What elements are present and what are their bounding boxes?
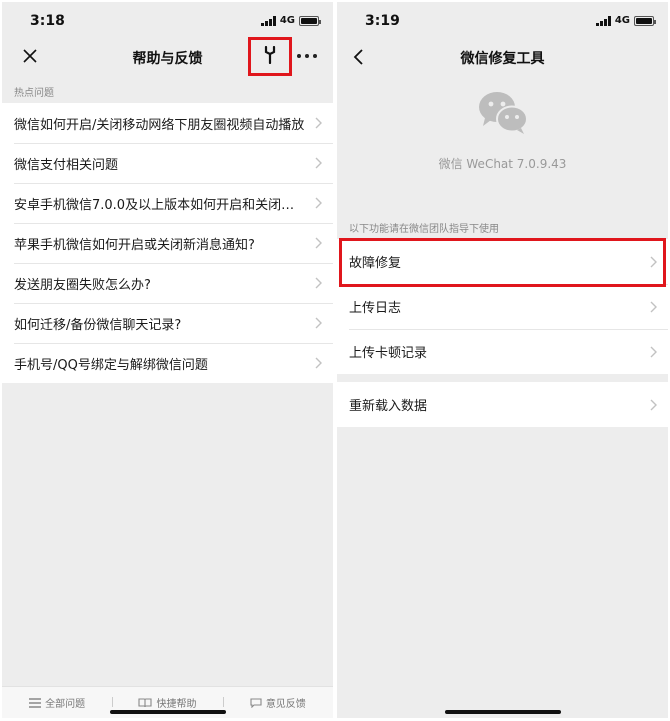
chevron-right-icon bbox=[315, 117, 322, 129]
battery-icon bbox=[299, 15, 321, 26]
book-icon bbox=[138, 697, 153, 707]
upload-lag-record-item[interactable]: 上传卡顿记录 bbox=[337, 329, 668, 374]
page-title: 微信修复工具 bbox=[460, 51, 545, 67]
chevron-right-icon bbox=[315, 157, 322, 169]
upload-log-item[interactable]: 上传日志 bbox=[337, 284, 668, 329]
list-item[interactable]: 发送朋友圈失败怎么办? bbox=[2, 263, 333, 303]
tab-all-questions[interactable]: 全部问题 bbox=[2, 695, 112, 710]
wechat-logo-icon bbox=[478, 92, 528, 134]
nav-bar: 帮助与反馈 bbox=[2, 37, 333, 76]
chevron-right-icon bbox=[315, 237, 322, 249]
battery-icon bbox=[634, 15, 656, 26]
wrench-icon[interactable] bbox=[263, 45, 277, 68]
tab-label: 意见反馈 bbox=[265, 699, 306, 710]
signal-icon bbox=[595, 15, 611, 26]
repair-tool-highlight bbox=[248, 37, 292, 76]
list-item-label: 手机号/QQ号绑定与解绑微信问题 bbox=[14, 357, 208, 373]
status-indicators: 4G bbox=[260, 15, 321, 26]
tab-quick-help[interactable]: 快捷帮助 bbox=[112, 695, 222, 710]
network-label: 4G bbox=[279, 15, 295, 26]
list-icon bbox=[29, 697, 42, 708]
status-bar: 3:19 4G bbox=[337, 2, 668, 40]
help-feedback-screen: 3:18 4G 帮助与反馈 热点问题 微信如何开启/关闭移动网络下朋友圈视频自动… bbox=[2, 2, 333, 718]
more-icon[interactable] bbox=[297, 48, 317, 64]
fault-repair-highlight bbox=[339, 238, 666, 287]
list-item-label: 上传卡顿记录 bbox=[349, 346, 428, 361]
status-bar: 3:18 4G bbox=[2, 2, 333, 40]
list-item[interactable]: 安卓手机微信7.0.0及以上版本如何开启和关闭微… bbox=[2, 183, 333, 223]
wechat-logo-wrap bbox=[337, 90, 668, 134]
list-item-label: 发送朋友圈失败怎么办? bbox=[14, 277, 151, 293]
status-time: 3:19 bbox=[365, 13, 400, 29]
status-indicators: 4G bbox=[595, 15, 656, 26]
list-item[interactable]: 微信如何开启/关闭移动网络下朋友圈视频自动播放 bbox=[2, 103, 333, 143]
chevron-right-icon bbox=[650, 346, 657, 357]
nav-bar: 微信修复工具 bbox=[337, 40, 668, 74]
bottom-tab-bar: 全部问题 快捷帮助 意见反馈 bbox=[2, 686, 333, 718]
list-item-label: 苹果手机微信如何开启或关闭新消息通知? bbox=[14, 237, 255, 253]
list-item-label: 微信如何开启/关闭移动网络下朋友圈视频自动播放 bbox=[14, 117, 305, 133]
section-label-guidance: 以下功能请在微信团队指导下使用 bbox=[349, 224, 499, 235]
list-item[interactable]: 手机号/QQ号绑定与解绑微信问题 bbox=[2, 343, 333, 383]
list-item[interactable]: 微信支付相关问题 bbox=[2, 143, 333, 183]
hot-questions-list: 微信如何开启/关闭移动网络下朋友圈视频自动播放 微信支付相关问题 安卓手机微信7… bbox=[2, 103, 333, 383]
list-item[interactable]: 如何迁移/备份微信聊天记录? bbox=[2, 303, 333, 343]
screenshot-canvas: 3:18 4G 帮助与反馈 热点问题 微信如何开启/关闭移动网络下朋友圈视频自动… bbox=[0, 0, 670, 721]
wechat-repair-tool-screen: 3:19 4G 微信修复工具 微信 WeChat 7.0.9.43 以下功能请在… bbox=[337, 2, 668, 718]
list-item-label: 如何迁移/备份微信聊天记录? bbox=[14, 317, 182, 333]
version-label: 微信 WeChat 7.0.9.43 bbox=[438, 157, 567, 171]
chevron-right-icon bbox=[315, 317, 322, 329]
list-item-label: 上传日志 bbox=[349, 301, 402, 316]
chevron-right-icon bbox=[650, 399, 657, 410]
chat-icon bbox=[250, 697, 262, 708]
chevron-right-icon bbox=[315, 197, 322, 209]
section-label-hot: 热点问题 bbox=[14, 88, 54, 99]
home-indicator[interactable] bbox=[444, 710, 561, 714]
tab-label: 全部问题 bbox=[45, 699, 86, 710]
list-item-label: 微信支付相关问题 bbox=[14, 157, 119, 173]
home-indicator[interactable] bbox=[109, 710, 226, 714]
chevron-right-icon bbox=[315, 277, 322, 289]
list-item-label: 重新载入数据 bbox=[349, 399, 428, 414]
chevron-right-icon bbox=[315, 357, 322, 369]
status-time: 3:18 bbox=[30, 13, 65, 29]
reload-data-item[interactable]: 重新载入数据 bbox=[337, 382, 668, 427]
tab-label: 快捷帮助 bbox=[156, 699, 197, 710]
list-item-label: 安卓手机微信7.0.0及以上版本如何开启和关闭微… bbox=[14, 197, 305, 213]
reload-data-list: 重新载入数据 bbox=[337, 382, 668, 427]
network-label: 4G bbox=[614, 15, 630, 26]
chevron-right-icon bbox=[650, 301, 657, 312]
signal-icon bbox=[260, 15, 276, 26]
list-item[interactable]: 苹果手机微信如何开启或关闭新消息通知? bbox=[2, 223, 333, 263]
tab-feedback[interactable]: 意见反馈 bbox=[222, 695, 333, 710]
